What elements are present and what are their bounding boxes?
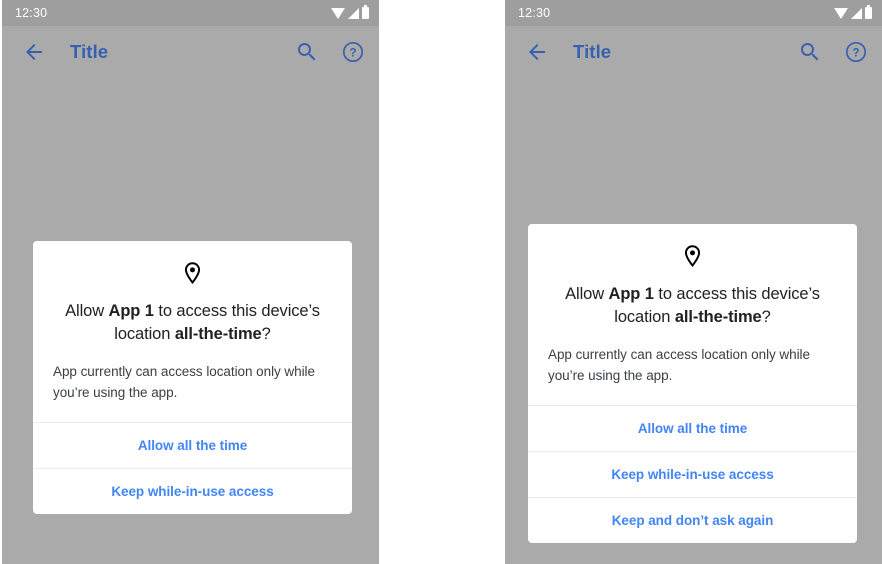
dialog-headline: Allow App 1 to access this device’s loca… (548, 283, 837, 330)
headline-app-name: App 1 (108, 302, 154, 320)
svg-text:?: ? (852, 47, 859, 59)
status-bar-time: 12:30 (15, 5, 48, 20)
dialog-supporting-text: App currently can access location only w… (53, 363, 315, 401)
allow-all-the-time-button[interactable]: Allow all the time (33, 422, 352, 468)
headline-scope: all-the-time (674, 308, 762, 327)
allow-all-the-time-button[interactable]: Allow all the time (528, 405, 857, 451)
battery-icon (865, 5, 872, 19)
help-icon[interactable]: ? (844, 40, 868, 64)
back-arrow-icon[interactable] (525, 40, 549, 64)
search-icon[interactable] (798, 40, 822, 64)
headline-segment-1: Allow (65, 302, 109, 320)
status-bar-time: 12:30 (518, 5, 551, 20)
status-bar: 12:30 (505, 0, 882, 26)
phone-mockup-right: 12:30 Title ? Allow App 1 to access this… (505, 0, 882, 564)
status-bar-icons (834, 5, 872, 19)
wifi-icon (331, 7, 345, 19)
headline-segment-3: ? (761, 308, 771, 327)
keep-while-in-use-access-button[interactable]: Keep while-in-use access (33, 468, 352, 514)
headline-scope: all-the-time (174, 325, 262, 344)
app-toolbar: Title ? (2, 26, 379, 78)
location-pin-icon (53, 261, 332, 286)
keep-while-in-use-access-button[interactable]: Keep while-in-use access (528, 451, 857, 497)
phone-mockup-left: 12:30 Title ? Allow App 1 to access this… (2, 0, 379, 564)
wifi-icon (834, 7, 848, 19)
page-title: Title (573, 41, 612, 62)
status-bar-icons (331, 5, 369, 19)
page-title: Title (70, 41, 109, 62)
headline-segment-3: ? (261, 325, 271, 344)
dialog-headline: Allow App 1 to access this device’s loca… (53, 300, 332, 347)
svg-text:?: ? (349, 47, 356, 59)
location-pin-icon (548, 244, 837, 269)
battery-icon (362, 5, 369, 19)
dialog-body: Allow App 1 to access this device’s loca… (528, 224, 857, 405)
dialog-actions: Allow all the time Keep while-in-use acc… (528, 405, 857, 543)
keep-and-dont-ask-again-button[interactable]: Keep and don’t ask again (528, 497, 857, 543)
dialog-body: Allow App 1 to access this device’s loca… (33, 241, 352, 422)
back-arrow-icon[interactable] (22, 40, 46, 64)
location-permission-dialog: Allow App 1 to access this device’s loca… (33, 241, 352, 515)
signal-icon (851, 7, 862, 19)
dialog-actions: Allow all the time Keep while-in-use acc… (33, 422, 352, 514)
location-permission-dialog: Allow App 1 to access this device’s loca… (528, 224, 857, 544)
search-icon[interactable] (295, 40, 319, 64)
dialog-supporting-text: App currently can access location only w… (548, 346, 810, 384)
headline-app-name: App 1 (608, 285, 654, 303)
app-toolbar: Title ? (505, 26, 882, 78)
signal-icon (348, 7, 359, 19)
help-icon[interactable]: ? (341, 40, 365, 64)
status-bar: 12:30 (2, 0, 379, 26)
headline-segment-1: Allow (565, 285, 609, 303)
